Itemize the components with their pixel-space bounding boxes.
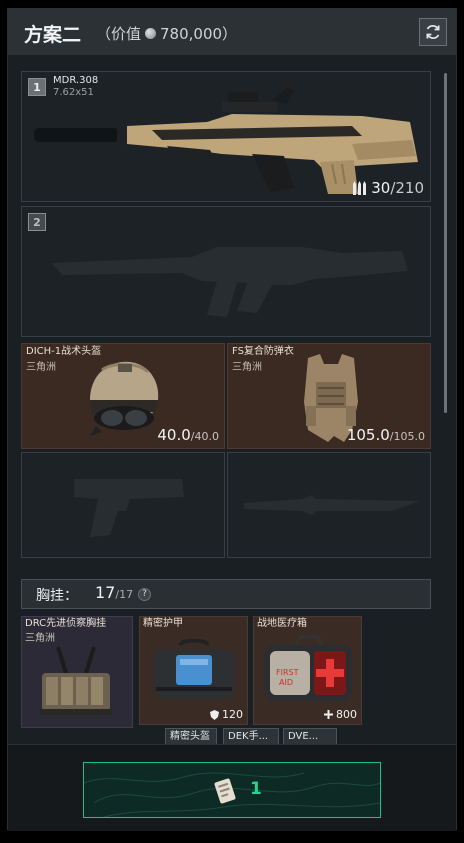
rifle-placeholder-icon bbox=[52, 247, 408, 317]
armor-kit-bag-image bbox=[154, 639, 234, 699]
ammo-max: /210 bbox=[390, 179, 424, 197]
loadout-value: （价值 780,000） bbox=[96, 23, 237, 44]
weapon-slot-1[interactable]: 1 MDR.308 7.62x51 30/210 bbox=[21, 71, 431, 202]
loadout-title: 方案二 bbox=[24, 24, 82, 46]
rig-capacity: 17/17 bbox=[95, 583, 133, 602]
header-bar: 方案二 （价值 780,000） bbox=[8, 9, 456, 55]
loadout-panel: 方案二 （价值 780,000） 1 MDR.308 7.62x51 30/21… bbox=[7, 8, 457, 831]
bullets-icon bbox=[353, 181, 367, 195]
rig-item-value-text: 800 bbox=[336, 708, 357, 721]
armor-durability: 105.0/105.0 bbox=[347, 426, 425, 444]
ammo-count: 30/210 bbox=[353, 179, 424, 197]
helmet-origin: 三角洲 bbox=[26, 362, 56, 373]
rig-capacity-current: 17 bbox=[95, 583, 116, 602]
pistol-placeholder-icon bbox=[74, 479, 184, 537]
chest-rig-origin: 三角洲 bbox=[25, 633, 55, 644]
ticket-button[interactable]: 1 bbox=[83, 762, 381, 818]
knife-placeholder-icon bbox=[244, 495, 420, 515]
coin-icon bbox=[145, 28, 157, 39]
armor-origin: 三角洲 bbox=[232, 362, 262, 373]
rig-label: 胸挂： bbox=[36, 588, 78, 604]
rig-item-name: 战地医疗箱 bbox=[257, 618, 307, 629]
scrollbar[interactable] bbox=[444, 73, 447, 413]
value-prefix: （价值 bbox=[96, 25, 142, 43]
help-button[interactable]: ? bbox=[138, 588, 151, 601]
armor-name: FS复合防弹衣 bbox=[232, 346, 294, 357]
helmet-image bbox=[90, 361, 159, 436]
rig-capacity-bar: 胸挂： 17/17 ? bbox=[21, 579, 431, 609]
pistol-slot[interactable] bbox=[21, 452, 225, 558]
rig-item-value-text: 120 bbox=[222, 708, 243, 721]
chest-rig-slot[interactable]: DRC先进侦察胸挂 三角洲 bbox=[21, 616, 133, 728]
footer: 1 bbox=[8, 744, 456, 831]
plus-icon bbox=[324, 710, 333, 719]
rig-capacity-max: /17 bbox=[115, 588, 134, 601]
weapon-slot-2[interactable]: 2 bbox=[21, 206, 431, 337]
helmet-durability: 40.0/40.0 bbox=[157, 426, 219, 444]
armor-durability-current: 105.0 bbox=[346, 426, 390, 444]
ammo-current: 30 bbox=[371, 179, 391, 197]
ticket-count: 1 bbox=[250, 779, 262, 799]
rig-item-name: 精密护甲 bbox=[143, 618, 183, 629]
refresh-button[interactable] bbox=[419, 18, 447, 46]
helmet-durability-max: /40.0 bbox=[190, 430, 219, 443]
value-amount: 780,000） bbox=[160, 25, 238, 43]
rig-item-precision-armor[interactable]: 精密护甲 120 bbox=[139, 616, 248, 725]
shield-icon bbox=[210, 709, 219, 720]
svg-text:FIRST: FIRST bbox=[276, 668, 299, 677]
rig-item-value: 120 bbox=[210, 708, 243, 721]
helmet-durability-current: 40.0 bbox=[157, 426, 191, 444]
ticket-card-icon bbox=[214, 778, 236, 804]
svg-text:AID: AID bbox=[279, 678, 293, 687]
rig-item-value: 800 bbox=[324, 708, 357, 721]
armor-durability-max: /105.0 bbox=[389, 430, 425, 443]
medkit-image: FIRST AID bbox=[264, 635, 352, 701]
chest-rig-image bbox=[40, 646, 112, 715]
melee-slot[interactable] bbox=[227, 452, 431, 558]
rig-item-medkit[interactable]: 战地医疗箱 FIRST AID 800 bbox=[253, 616, 362, 725]
helmet-slot[interactable]: DICH-1战术头盔 三角洲 40.0/40.0 bbox=[21, 343, 225, 449]
armor-slot[interactable]: FS复合防弹衣 三角洲 105.0/105.0 bbox=[227, 343, 431, 449]
refresh-icon bbox=[426, 25, 440, 39]
